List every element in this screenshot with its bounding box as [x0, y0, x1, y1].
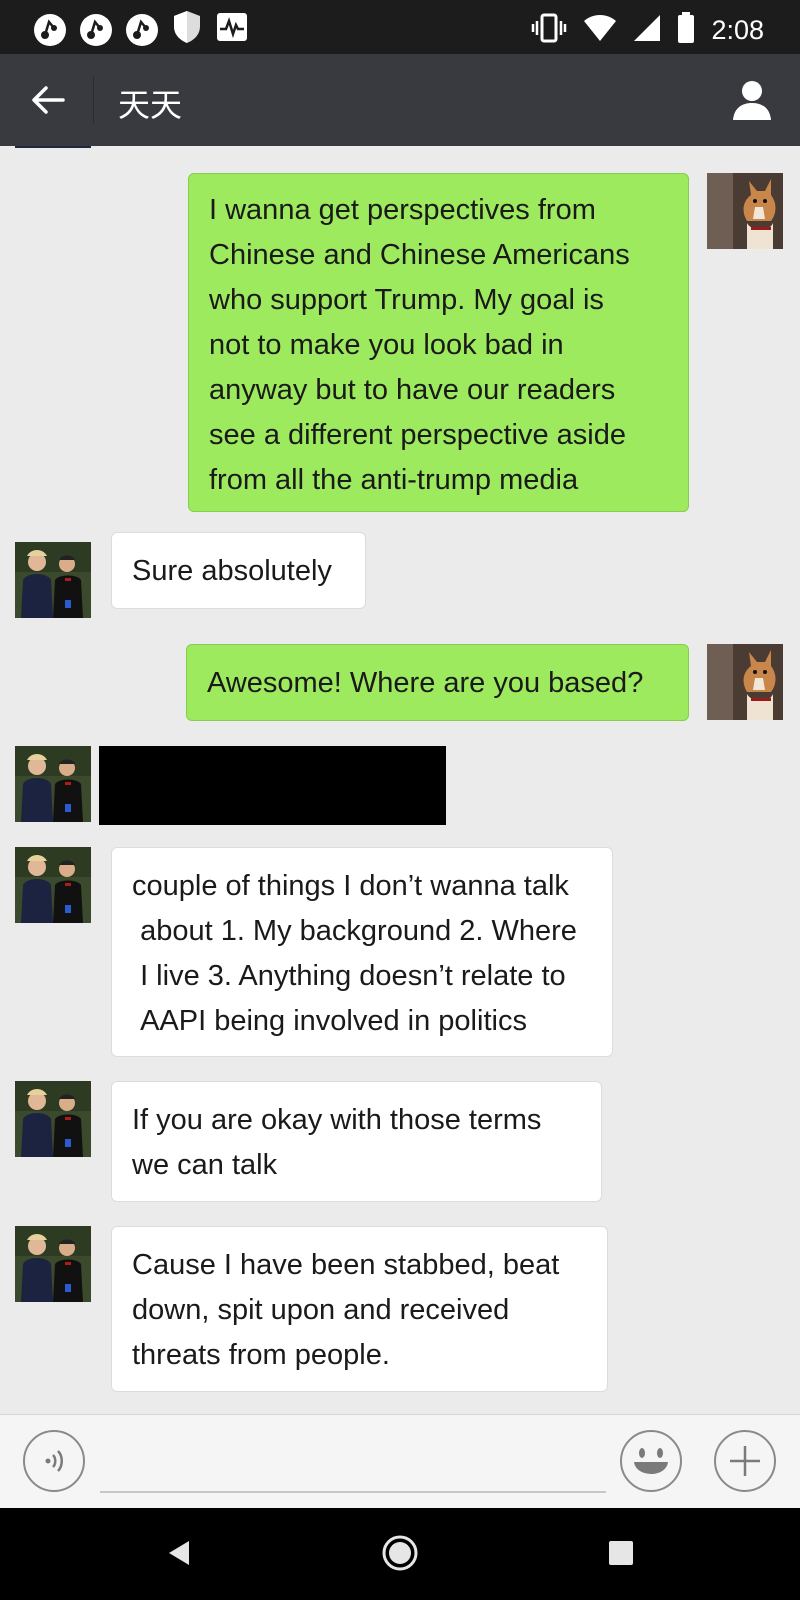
- message-bubble[interactable]: Awesome! Where are you based?: [186, 644, 689, 721]
- message-bubble[interactable]: couple of things I don’t wanna talk abou…: [111, 847, 613, 1057]
- avatar-contact[interactable]: [15, 1226, 91, 1302]
- notification-icon: [126, 13, 158, 46]
- contact-photo-icon: [15, 542, 91, 618]
- battery-icon: [677, 12, 695, 49]
- nav-home-icon: [382, 1535, 418, 1571]
- avatar-me[interactable]: [707, 173, 783, 249]
- redacted-message-block: [99, 746, 446, 825]
- status-time: 2:08: [711, 15, 764, 45]
- chat-area[interactable]: I wanna get perspectives from Chinese an…: [0, 146, 800, 1414]
- person-icon: [733, 81, 771, 120]
- avatar-contact[interactable]: [15, 1081, 91, 1157]
- header-divider: [93, 76, 94, 124]
- nav-recents-icon: [609, 1541, 633, 1565]
- nav-back-button[interactable]: [154, 1528, 204, 1578]
- plus-button[interactable]: [714, 1430, 776, 1492]
- message-bubble[interactable]: If you are okay with those terms we can …: [111, 1081, 602, 1202]
- message-text: couple of things I don’t wanna talk abou…: [132, 870, 577, 1037]
- contact-photo-icon: [15, 1081, 91, 1157]
- activity-icon: [216, 12, 248, 47]
- voice-button[interactable]: [23, 1430, 85, 1492]
- emoji-icon: [634, 1448, 668, 1474]
- notification-icon: [80, 13, 112, 46]
- message-bubble[interactable]: Cause I have been stabbed, beat down, sp…: [111, 1226, 608, 1392]
- wifi-icon: [583, 14, 617, 47]
- arrow-left-icon: [32, 86, 65, 114]
- message-text: I wanna get perspectives from Chinese an…: [209, 194, 630, 496]
- chat-header: 天天: [0, 54, 800, 146]
- status-left-icons: [34, 10, 248, 49]
- avatar-contact[interactable]: [15, 746, 91, 822]
- message-bubble[interactable]: Sure absolutely: [111, 532, 366, 609]
- voice-icon: [45, 1450, 63, 1472]
- message-text: Cause I have been stabbed, beat down, sp…: [132, 1249, 560, 1371]
- status-bar: 2:08: [0, 0, 800, 54]
- contact-photo-icon: [15, 847, 91, 923]
- message-text: Sure absolutely: [132, 555, 332, 587]
- avatar-contact[interactable]: [15, 847, 91, 923]
- profile-button[interactable]: [730, 78, 774, 122]
- avatar-me[interactable]: [707, 644, 783, 720]
- nav-home-button[interactable]: [375, 1528, 425, 1578]
- shield-icon: [172, 10, 202, 49]
- nav-back-icon: [169, 1541, 189, 1565]
- back-button[interactable]: [26, 78, 70, 122]
- contact-photo-icon: [15, 746, 91, 822]
- corgi-avatar-icon: [707, 644, 783, 720]
- vibrate-icon: [531, 13, 567, 48]
- chat-title: 天天: [118, 87, 183, 123]
- message-bubble[interactable]: I wanna get perspectives from Chinese an…: [188, 173, 689, 512]
- corgi-avatar-icon: [707, 173, 783, 249]
- status-right-icons: 2:08: [531, 12, 764, 49]
- input-bar: [0, 1414, 800, 1509]
- signal-icon: [633, 14, 661, 47]
- plus-icon: [730, 1446, 760, 1476]
- system-nav-bar: [0, 1508, 800, 1600]
- message-text: Awesome! Where are you based?: [207, 667, 644, 699]
- avatar-contact[interactable]: [15, 542, 91, 618]
- message-input[interactable]: [100, 1491, 606, 1493]
- emoji-button[interactable]: [620, 1430, 682, 1492]
- contact-photo-icon: [15, 1226, 91, 1302]
- notification-icon: [34, 13, 66, 46]
- avatar: [15, 146, 91, 148]
- nav-recents-button[interactable]: [596, 1528, 646, 1578]
- message-text: If you are okay with those terms we can …: [132, 1104, 542, 1181]
